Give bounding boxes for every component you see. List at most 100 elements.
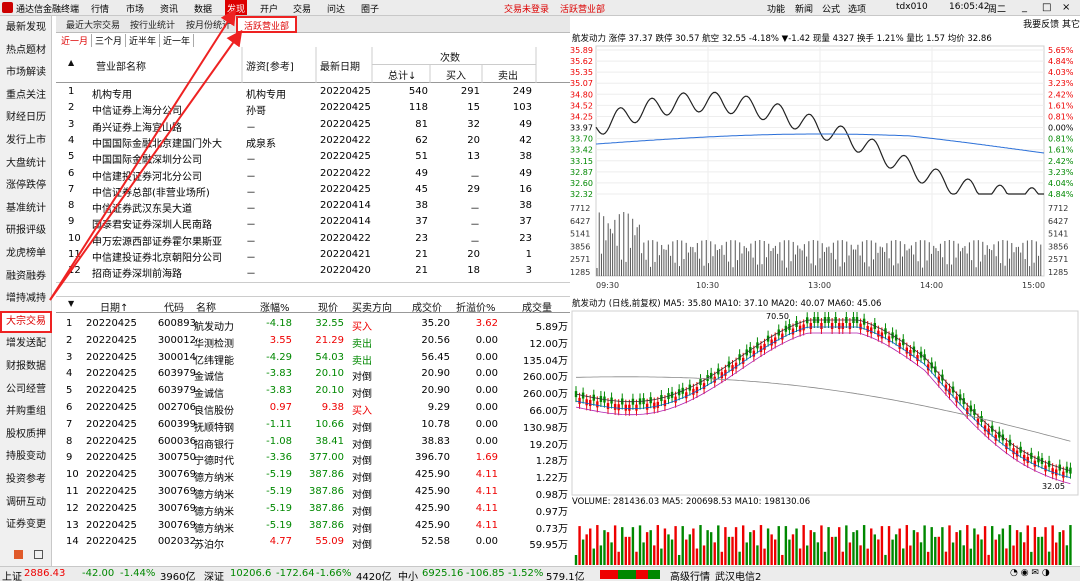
menu-hangqing[interactable]: 行情	[91, 2, 109, 15]
period-1y[interactable]: 近一年	[160, 34, 195, 47]
table-row[interactable]: 14 20220425 002032 苏泊尔 4.77 55.09 对倒 52.58 0.00 5…	[56, 534, 568, 551]
nav-item-10[interactable]: 龙虎榜单	[0, 243, 52, 265]
nav-item-8[interactable]: 基准统计	[0, 198, 52, 220]
kline-chart[interactable]: 70.50 32.05	[570, 309, 1080, 497]
menu-kaihu[interactable]: 开户	[260, 2, 278, 15]
table-row[interactable]: 7 中信证券总部(非营业场所) － 20220425 45 29 16	[56, 182, 568, 199]
maximize-icon[interactable]: □	[1042, 2, 1051, 13]
sh-index-label[interactable]: 上证	[2, 568, 22, 581]
table-row[interactable]: 7 20220425 600399 抚顺特钢 -1.11 10.66 对倒 10.78 0.00…	[56, 417, 568, 434]
nav-item-20[interactable]: 投资参考	[0, 469, 52, 491]
menu-jiaoyi[interactable]: 交易	[293, 2, 311, 15]
nav-item-7[interactable]: 涨停跌停	[0, 175, 52, 197]
other-link[interactable]: 其它	[1062, 20, 1080, 30]
header-broker-name[interactable]: 营业部名称	[96, 58, 146, 73]
menu-gongshi[interactable]: 公式	[822, 2, 840, 15]
sort-up-icon[interactable]: ▲	[68, 58, 74, 67]
menu-quanzi[interactable]: 圈子	[361, 2, 379, 15]
table-row[interactable]: 11 中信建投证券北京朝阳分公司 － 20220421 21 20 1	[56, 247, 568, 264]
table-row[interactable]: 6 20220425 002706 良信股份 0.97 9.38 买入 9.29 0.00 66.…	[56, 400, 568, 417]
table-row[interactable]: 3 甬兴证券上海宜山路 － 20220425 81 32 49	[56, 117, 568, 134]
nav-item-0[interactable]: 最新发现	[0, 17, 52, 39]
menu-xuanxiang[interactable]: 选项	[848, 2, 866, 15]
menu-shuju[interactable]: 数据	[194, 2, 212, 15]
nav-item-18[interactable]: 股权质押	[0, 424, 52, 446]
close-icon[interactable]: ×	[1062, 2, 1070, 13]
data-feed-label[interactable]: 高级行情_武汉电信2	[670, 568, 761, 581]
table-row[interactable]: 1 20220425 600893 航发动力 -4.18 32.55 买入 35.20 3.62…	[56, 316, 568, 333]
table-row[interactable]: 12 20220425 300769 德方纳米 -5.19 387.86 对倒 425.90 4…	[56, 501, 568, 518]
table-row[interactable]: 12 招商证券深圳前海路 － 20220420 21 18 3	[56, 263, 568, 280]
table-row[interactable]: 10 申万宏源西部证券霍尔果斯亚 － 20220422 23 － 23	[56, 231, 568, 248]
table-row[interactable]: 8 20220425 600036 招商银行 -1.08 38.41 对倒 38.83 0.00…	[56, 434, 568, 451]
nav-item-22[interactable]: 证券变更	[0, 514, 52, 536]
table-row[interactable]: 2 中信证券上海分公司 孙哥 20220425 118 15 103	[56, 100, 568, 117]
nav-item-21[interactable]: 调研互动	[0, 492, 52, 514]
nav-item-6[interactable]: 大盘统计	[0, 153, 52, 175]
nav-item-1[interactable]: 热点题材	[0, 40, 52, 62]
nav-item-15[interactable]: 财报数据	[0, 356, 52, 378]
nav-mode-a-icon[interactable]	[14, 550, 23, 559]
header-alias[interactable]: 游资[参考]	[246, 58, 294, 73]
menu-zixun[interactable]: 资讯	[160, 2, 178, 15]
tab-recent-block-trades[interactable]: 最近大宗交易	[66, 18, 120, 31]
nav-item-9[interactable]: 研报评级	[0, 220, 52, 242]
header-change-pct[interactable]: 涨幅%	[260, 299, 290, 314]
nav-item-14[interactable]: 增发送配	[0, 333, 52, 355]
table-row[interactable]: 3 20220425 300014 亿纬锂能 -4.29 54.03 卖出 56.45 0.00…	[56, 350, 568, 367]
header-direction[interactable]: 买卖方向	[352, 299, 392, 314]
period-6m[interactable]: 近半年	[126, 34, 161, 47]
header-premium[interactable]: 折溢价%	[456, 299, 496, 314]
feedback-link[interactable]: 我要反馈	[1023, 20, 1059, 30]
header-sell[interactable]: 卖出	[498, 67, 518, 82]
nav-item-12[interactable]: 增持减持	[0, 288, 52, 310]
menu-faxian[interactable]: 发现	[225, 0, 248, 15]
nav-item-2[interactable]: 市场解读	[0, 62, 52, 84]
table-row[interactable]: 10 20220425 300769 德方纳米 -5.19 387.86 对倒 425.90 4…	[56, 467, 568, 484]
menu-wenda[interactable]: 问达	[327, 2, 345, 15]
nav-item-11[interactable]: 融资融券	[0, 266, 52, 288]
header-code[interactable]: 代码	[164, 299, 184, 314]
header-deal-price[interactable]: 成交价	[412, 299, 442, 314]
sz-index-label[interactable]: 深证	[204, 568, 224, 581]
tab-by-industry[interactable]: 按行业统计	[130, 18, 175, 31]
table-row[interactable]: 5 中国国际金融深圳分公司 － 20220425 51 13 38	[56, 149, 568, 166]
table-row[interactable]: 4 20220425 603979 金诚信 -3.83 20.10 对倒 20.90 0.00 2…	[56, 366, 568, 383]
table-row[interactable]: 6 中信建投证券河北分公司 － 20220422 49 － 49	[56, 166, 568, 183]
nav-item-3[interactable]: 重点关注	[0, 85, 52, 107]
table-row[interactable]: 5 20220425 603979 金诚信 -3.83 20.10 对倒 20.90 0.00 2…	[56, 383, 568, 400]
nav-item-13[interactable]: 大宗交易	[0, 310, 52, 333]
header-price[interactable]: 现价	[318, 299, 338, 314]
table-row[interactable]: 13 20220425 300769 德方纳米 -5.19 387.86 对倒 425.90 4…	[56, 518, 568, 535]
table-row[interactable]: 1 机构专用 机构专用 20220425 540 291 249	[56, 84, 568, 101]
nav-item-4[interactable]: 财经日历	[0, 107, 52, 129]
period-3m[interactable]: 三个月	[92, 34, 127, 47]
table-row[interactable]: 9 国泰君安证券深圳人民南路 － 20220414 37 － 37	[56, 214, 568, 231]
menu-shichang[interactable]: 市场	[126, 2, 144, 15]
header-volume[interactable]: 成交量	[522, 299, 552, 314]
nav-item-19[interactable]: 持股变动	[0, 446, 52, 468]
tab-by-month[interactable]: 按月份统计	[186, 18, 231, 31]
menu-gongneng[interactable]: 功能	[767, 2, 785, 15]
tab-active-brokers[interactable]: 活跃营业部	[236, 16, 298, 33]
table-row[interactable]: 9 20220425 300750 宁德时代 -3.36 377.00 对倒 396.70 1.…	[56, 450, 568, 467]
period-1m[interactable]: 近一月	[58, 34, 93, 47]
table-row[interactable]: 2 20220425 300012 华测检测 3.55 21.29 卖出 20.56 0.00 1…	[56, 333, 568, 350]
nav-item-17[interactable]: 并购重组	[0, 401, 52, 423]
minimize-icon[interactable]: _	[1022, 2, 1027, 13]
intraday-chart[interactable]: 35.89 5.65% 35.62 4.84% 35.35 4.03% 35.07 3.23%…	[570, 44, 1080, 296]
nav-mode-b-icon[interactable]	[34, 550, 43, 559]
header-trade-date[interactable]: 日期↑	[100, 299, 128, 314]
active-broker-notice[interactable]: 活跃营业部	[560, 2, 605, 15]
header-total[interactable]: 总计↓	[388, 67, 416, 82]
table-row[interactable]: 4 中国国际金融北京建国门外大 成泉系 20220422 62 20 42	[56, 133, 568, 150]
zx-index-label[interactable]: 中小	[398, 568, 418, 581]
header-buy[interactable]: 买入	[446, 67, 466, 82]
table-row[interactable]: 8 中信证券武汉东吴大道 － 20220414 38 － 38	[56, 198, 568, 215]
table-row[interactable]: 11 20220425 300769 德方纳米 -5.19 387.86 对倒 425.90 4…	[56, 484, 568, 501]
menu-xinwen[interactable]: 新闻	[795, 2, 813, 15]
sort-down-icon[interactable]: ▼	[68, 299, 74, 308]
header-latest-date[interactable]: 最新日期	[320, 58, 360, 73]
header-stock-name[interactable]: 名称	[196, 299, 216, 314]
trade-login-status[interactable]: 交易未登录	[504, 2, 549, 15]
